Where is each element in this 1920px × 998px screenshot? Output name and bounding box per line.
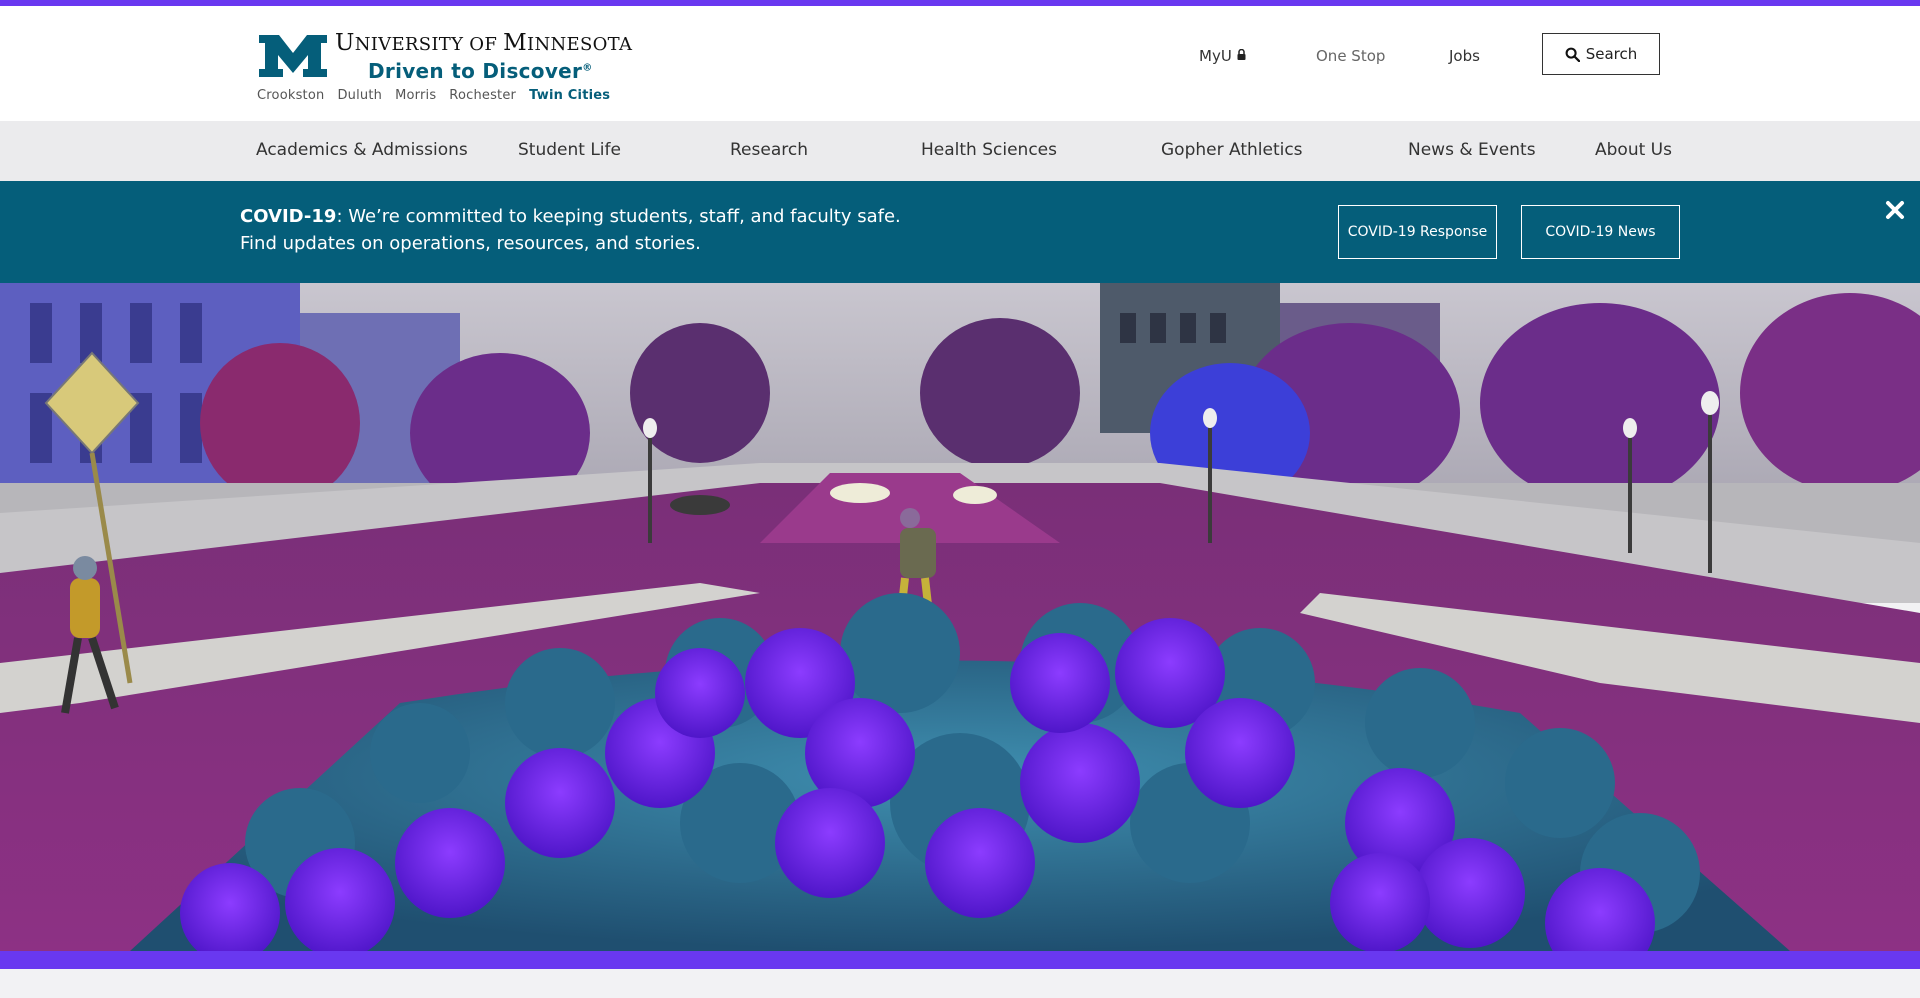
campus-link-morris[interactable]: Morris	[395, 88, 436, 103]
hero-campus-image	[0, 283, 1920, 951]
search-button[interactable]: Search	[1542, 33, 1660, 75]
nav-item-student-life[interactable]: Student Life	[518, 140, 621, 160]
lock-icon	[1237, 49, 1246, 60]
nav-item-health-sciences[interactable]: Health Sciences	[921, 140, 1057, 160]
close-icon[interactable]	[1884, 199, 1906, 221]
tagline: Driven to Discover®	[368, 59, 593, 83]
university-name: UNIVERSITY OF MINNESOTA	[335, 30, 633, 56]
nav-item-research[interactable]: Research	[730, 140, 808, 160]
covid-news-button[interactable]: COVID-19 News	[1521, 205, 1680, 259]
one-stop-link[interactable]: One Stop	[1316, 47, 1385, 65]
covid-response-button[interactable]: COVID-19 Response	[1338, 205, 1497, 259]
myu-label: MyU	[1199, 47, 1232, 65]
hero-image-illustration	[0, 283, 1920, 951]
covid-heading: COVID-19	[240, 206, 337, 227]
covid-alert-banner: COVID-19: We’re committed to keeping stu…	[0, 181, 1920, 283]
campus-link-rochester[interactable]: Rochester	[449, 88, 516, 103]
jobs-link[interactable]: Jobs	[1449, 47, 1480, 65]
campus-links: Crookston Duluth Morris Rochester Twin C…	[257, 88, 610, 103]
nav-item-news-events[interactable]: News & Events	[1408, 140, 1536, 160]
campus-link-duluth[interactable]: Duluth	[337, 88, 382, 103]
nav-item-about-us[interactable]: About Us	[1595, 140, 1672, 160]
search-label: Search	[1585, 45, 1638, 63]
main-navigation: Academics & Admissions Student Life Rese…	[0, 121, 1920, 181]
university-logo[interactable]: UNIVERSITY OF MINNESOTA Driven to Discov…	[257, 30, 632, 110]
covid-message: COVID-19: We’re committed to keeping stu…	[240, 203, 901, 257]
site-header: UNIVERSITY OF MINNESOTA Driven to Discov…	[0, 6, 1920, 121]
campus-link-twin-cities[interactable]: Twin Cities	[529, 88, 610, 103]
search-icon	[1565, 47, 1580, 62]
bottom-accent-stripe	[0, 951, 1920, 969]
myu-link[interactable]: MyU	[1199, 47, 1246, 65]
block-m-logo-icon	[259, 35, 327, 77]
campus-link-crookston[interactable]: Crookston	[257, 88, 324, 103]
nav-item-gopher-athletics[interactable]: Gopher Athletics	[1161, 140, 1303, 160]
covid-line-1: : We’re committed to keeping students, s…	[336, 206, 901, 227]
nav-item-academics-admissions[interactable]: Academics & Admissions	[256, 140, 468, 160]
covid-line-2: Find updates on operations, resources, a…	[240, 233, 701, 254]
